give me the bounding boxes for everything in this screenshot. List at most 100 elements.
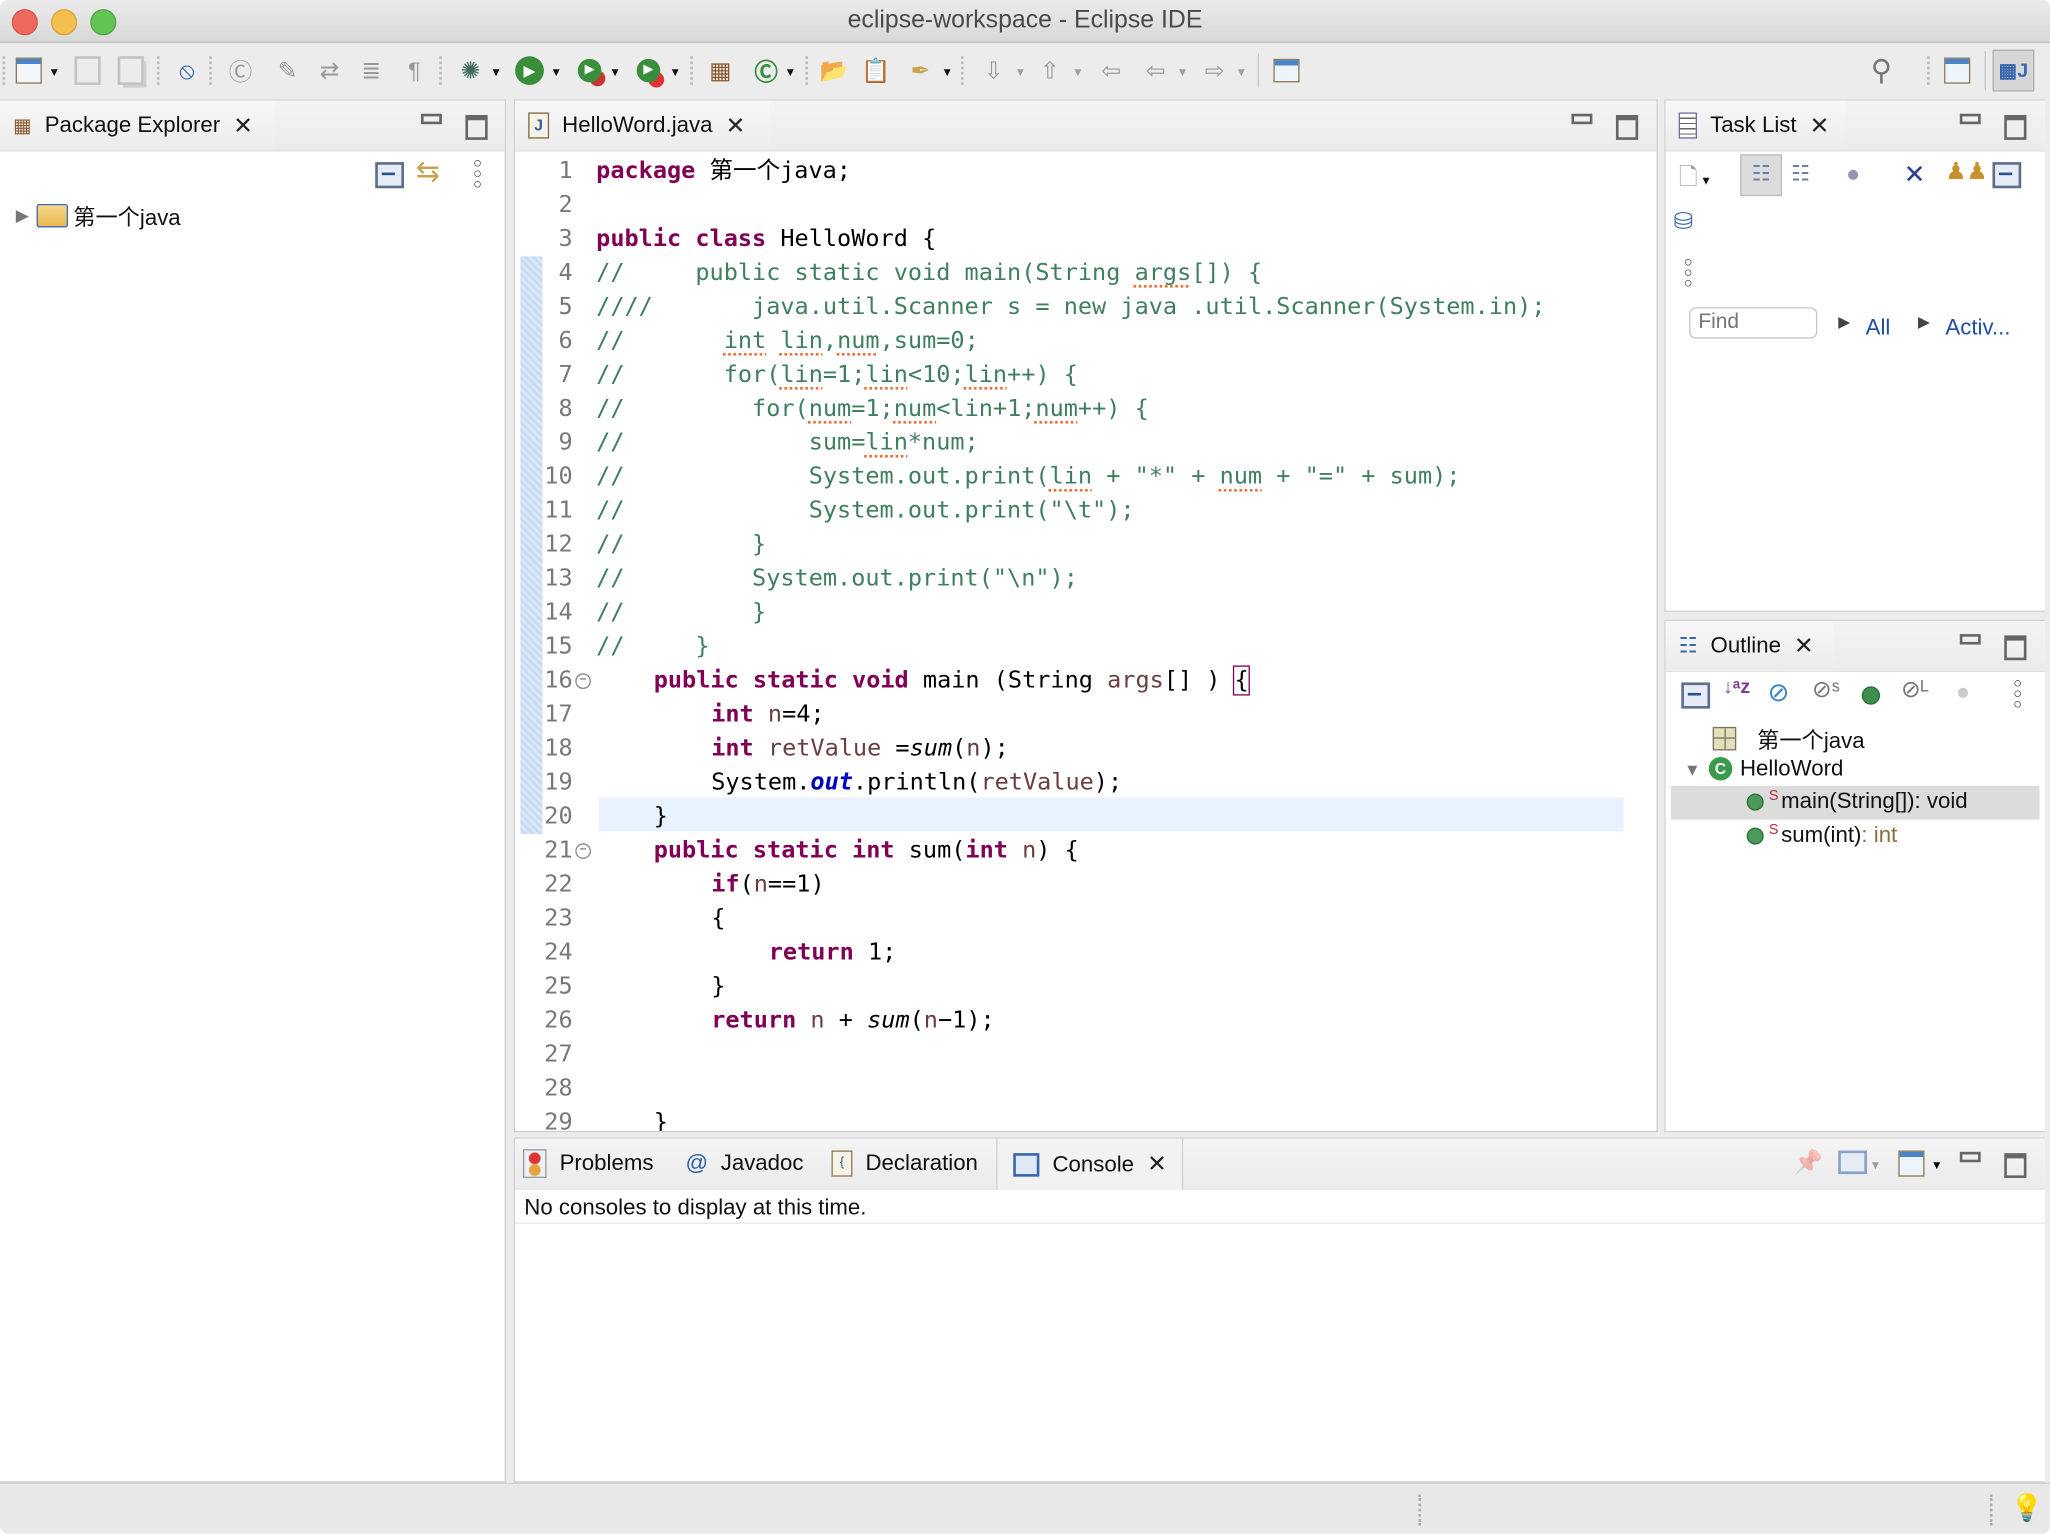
link-button[interactable]: ● xyxy=(1956,679,1970,706)
open-type-button[interactable]: Ⓒ xyxy=(225,55,256,86)
view-menu-button[interactable]: ○ ○ ○ xyxy=(2013,677,2022,712)
java-perspective-button[interactable]: ▦J xyxy=(1992,49,2035,92)
open-type-hierarchy-button[interactable]: 📂 xyxy=(818,55,849,86)
back-button[interactable]: ⇦ xyxy=(1140,55,1171,86)
collapse-all-button[interactable] xyxy=(1992,162,2022,189)
synchronize-button[interactable]: ⛁ xyxy=(1673,208,1693,235)
focus-on-workweek-button[interactable]: ● xyxy=(1846,161,1860,188)
hide-local-types-button[interactable]: ⊘ᴸ xyxy=(1901,676,1929,703)
scheduled-button[interactable]: ☷ xyxy=(1791,161,1810,187)
previous-annotation-dropdown[interactable]: ▼ xyxy=(1072,65,1084,78)
close-icon[interactable]: ✕ xyxy=(233,112,253,139)
fold-collapse-icon[interactable]: − xyxy=(575,673,591,689)
new-package-button[interactable]: ▦ xyxy=(705,55,736,86)
outline-item-class[interactable]: ▼ C HelloWord xyxy=(1684,756,1843,782)
open-perspective-button[interactable] xyxy=(1941,55,1972,86)
fold-collapse-icon[interactable]: − xyxy=(575,843,591,859)
tree-item-project[interactable]: ▶ 第一个java xyxy=(16,199,181,232)
maximize-button[interactable] xyxy=(465,115,488,140)
search-dropdown[interactable]: ▼ xyxy=(941,65,953,78)
minimize-button[interactable] xyxy=(1959,1151,1981,1163)
open-console-dropdown[interactable]: ▼ xyxy=(1931,1158,1943,1171)
coverage-dropdown[interactable]: ▼ xyxy=(609,65,621,78)
next-annotation-button[interactable]: ⇩ xyxy=(978,55,1009,86)
filter-active-link[interactable]: Activ... xyxy=(1945,315,2010,341)
run-button[interactable]: ▶ xyxy=(514,55,545,86)
tab-task-list[interactable]: Task List ✕ xyxy=(1665,100,1847,151)
tab-outline[interactable]: ☷ Outline ✕ xyxy=(1665,621,1833,671)
minimize-button[interactable] xyxy=(1571,113,1593,125)
maximize-button[interactable] xyxy=(2004,1153,2027,1178)
pilcrow-button[interactable]: ¶ xyxy=(399,55,430,86)
save-all-button[interactable] xyxy=(115,55,146,86)
next-annotation-dropdown[interactable]: ▼ xyxy=(1015,65,1027,78)
filter-all-link[interactable]: All xyxy=(1866,315,1891,341)
skip-breakpoints-button[interactable]: ⦸ xyxy=(171,55,202,86)
hide-completed-button[interactable]: ✕ xyxy=(1904,158,1926,191)
hide-non-public-button[interactable] xyxy=(1861,686,1881,705)
find-input[interactable] xyxy=(1689,307,1818,339)
external-tools-button[interactable]: ▶ xyxy=(633,55,664,86)
block-selection-button[interactable]: ⇄ xyxy=(314,55,345,86)
new-task-button[interactable]: 🗋 ▼ xyxy=(1679,161,1712,200)
maximize-button[interactable] xyxy=(1615,115,1639,140)
link-with-editor-button[interactable]: ⇆ xyxy=(416,156,440,190)
tab-javadoc[interactable]: @ Javadoc xyxy=(685,1139,803,1189)
show-whitespace-button[interactable]: ≣ xyxy=(356,55,387,86)
minimize-button[interactable] xyxy=(1959,634,1981,645)
collapse-all-button[interactable] xyxy=(375,162,404,189)
view-menu-button[interactable]: ○ ○ ○ xyxy=(473,156,482,191)
open-console-button[interactable] xyxy=(1898,1150,1925,1177)
debug-button[interactable]: ✺ xyxy=(455,55,486,86)
minimize-button[interactable] xyxy=(420,113,442,125)
maximize-button[interactable] xyxy=(2004,635,2027,661)
close-icon[interactable]: ✕ xyxy=(1147,1151,1167,1178)
maximize-button[interactable] xyxy=(2004,115,2027,140)
new-wizard-dropdown[interactable]: ▼ xyxy=(48,65,60,78)
hide-static-button[interactable]: ⊘ˢ xyxy=(1812,676,1840,703)
save-button[interactable] xyxy=(72,55,103,86)
show-my-tasks-button[interactable]: ♟♟ xyxy=(1945,158,1987,185)
close-icon[interactable]: ✕ xyxy=(726,112,746,139)
external-tools-dropdown[interactable]: ▼ xyxy=(669,65,681,78)
pin-editor-button[interactable] xyxy=(1271,55,1302,86)
forward-button[interactable]: ⇨ xyxy=(1199,55,1230,86)
pin-console-button[interactable]: 📌 xyxy=(1794,1149,1823,1176)
view-menu-button[interactable]: ○ ○ ○ xyxy=(1684,256,1693,291)
search-button[interactable]: ✒ xyxy=(905,55,936,86)
outline-item-package[interactable]: 第一个java xyxy=(1712,722,1865,755)
new-class-button[interactable]: Ⓒ xyxy=(750,55,781,86)
tab-problems[interactable]: Problems xyxy=(522,1139,653,1189)
new-wizard-button[interactable] xyxy=(13,55,44,86)
tab-console[interactable]: Console ✕ xyxy=(996,1138,1184,1190)
outline-item-method-sum[interactable]: S sum(int) : int xyxy=(1746,822,1897,848)
new-class-dropdown[interactable]: ▼ xyxy=(784,65,796,78)
last-edit-location-button[interactable]: ⇦ xyxy=(1096,55,1127,86)
display-console-button[interactable] xyxy=(1838,1150,1867,1175)
outline-item-method-main[interactable]: S main(String[]) : void xyxy=(1746,788,1968,814)
tips-button[interactable]: 💡 xyxy=(2011,1492,2044,1525)
open-task-button[interactable]: 📋 xyxy=(860,55,891,86)
previous-annotation-button[interactable]: ⇧ xyxy=(1034,55,1065,86)
back-dropdown[interactable]: ▼ xyxy=(1177,65,1189,78)
tab-helloword-java[interactable]: J HelloWord.java ✕ xyxy=(515,100,771,151)
code-editor[interactable]: 1 2 3 4 5 6 7 8 9 10 11 12 13 14 15 16 17 18 19 20 21 22 23 24 2… xyxy=(515,152,1656,1131)
sort-button[interactable]: ↓ᵃz xyxy=(1723,676,1750,698)
coverage-button[interactable]: ▶ xyxy=(574,55,605,86)
expand-arrow-icon[interactable]: ▶ xyxy=(16,205,29,226)
hide-fields-button[interactable]: ⊘ xyxy=(1768,676,1790,709)
tab-package-explorer[interactable]: ▦ Package Explorer ✕ xyxy=(0,100,275,151)
tab-declaration[interactable]: { Declaration xyxy=(831,1139,978,1189)
search-toolbar-button[interactable]: ⚲ xyxy=(1866,54,1897,87)
minimize-button[interactable] xyxy=(1959,113,1981,125)
categorized-button[interactable]: ☷ xyxy=(1740,154,1782,197)
forward-dropdown[interactable]: ▼ xyxy=(1235,65,1247,78)
display-console-dropdown[interactable]: ▼ xyxy=(1870,1158,1882,1171)
close-icon[interactable]: ✕ xyxy=(1810,112,1830,139)
close-icon[interactable]: ✕ xyxy=(1794,632,1814,659)
debug-dropdown[interactable]: ▼ xyxy=(490,65,502,78)
mark-occurrences-button[interactable]: ✎ xyxy=(272,55,303,86)
run-dropdown[interactable]: ▼ xyxy=(550,65,562,78)
collapse-all-button[interactable] xyxy=(1681,682,1711,709)
collapse-arrow-icon[interactable]: ▼ xyxy=(1684,759,1701,779)
